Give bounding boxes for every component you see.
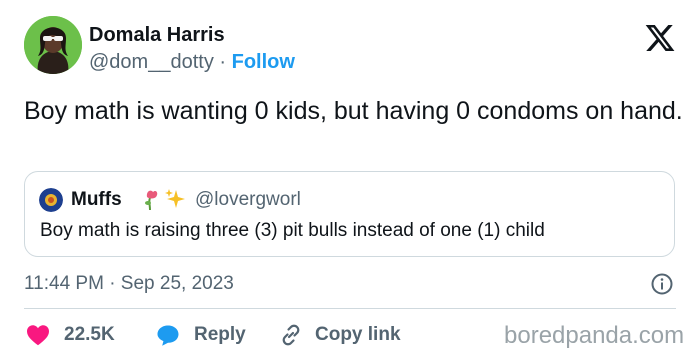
author-name[interactable]: Domala Harris: [89, 23, 225, 47]
quote-avatar[interactable]: [39, 188, 63, 212]
author-handle-line: @dom__dotty · Follow: [89, 50, 295, 74]
quote-text: Boy math is raising three (3) pit bulls …: [40, 220, 545, 241]
reply-button[interactable]: Reply: [156, 321, 246, 349]
separator-dot: ·: [219, 51, 227, 73]
reply-label: Reply: [194, 324, 246, 345]
x-logo-icon[interactable]: [644, 22, 676, 54]
tweet-timestamp[interactable]: 11:44 PM · Sep 25, 2023: [24, 272, 234, 296]
reply-bubble-icon: [157, 325, 179, 346]
heart-icon: [27, 325, 49, 346]
copy-link-label: Copy link: [315, 324, 401, 345]
quote-author-name[interactable]: Muffs: [71, 188, 122, 212]
tweet-text: Boy math is wanting 0 kids, but having 0…: [24, 97, 683, 125]
follow-button[interactable]: Follow: [232, 51, 295, 73]
link-icon: [282, 324, 300, 346]
copy-link-button[interactable]: Copy link: [279, 321, 401, 349]
author-handle[interactable]: @dom__dotty: [89, 51, 214, 73]
watermark: boredpanda.com: [504, 322, 685, 349]
rose-sparkles-icon: [145, 189, 185, 211]
info-icon[interactable]: [650, 272, 674, 296]
quote-author-handle[interactable]: @lovergworl: [195, 188, 301, 212]
quoted-tweet-card[interactable]: Muffs @lovergworl Boy math is raising th…: [24, 171, 675, 257]
divider: [24, 308, 676, 309]
like-button[interactable]: 22.5K: [26, 321, 115, 349]
like-count: 22.5K: [64, 324, 115, 345]
author-avatar[interactable]: [24, 16, 82, 74]
